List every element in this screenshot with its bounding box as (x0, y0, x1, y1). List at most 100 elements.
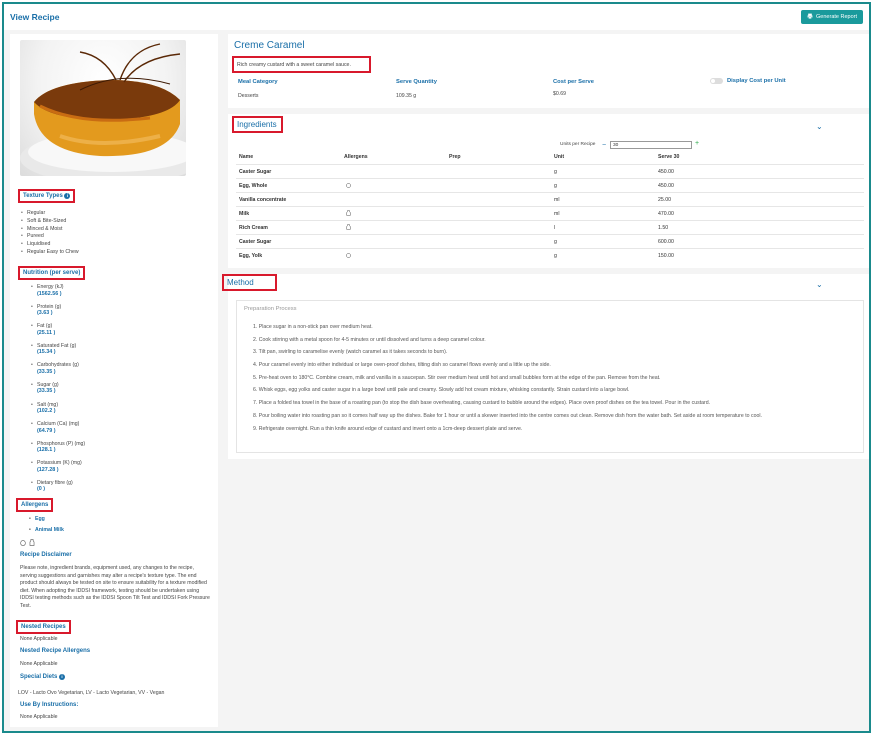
table-row: Caster Sugar g 450.00 (236, 164, 864, 178)
info-icon[interactable]: i (59, 674, 66, 680)
allergen-item: Egg (28, 516, 64, 524)
col-serve: Serve 30 (658, 154, 680, 160)
method-step: 4. Pour caramel evenly into either indiv… (253, 362, 551, 369)
method-steps: 1. Place sugar in a non-stick pan over m… (253, 324, 858, 438)
cell-unit: g (554, 169, 557, 175)
cell-serve: 1.50 (658, 225, 669, 231)
toggle-switch[interactable] (710, 78, 723, 84)
method-step: 2. Cook stirring with a metal spoon for … (253, 336, 486, 343)
method-step: 6. Whisk eggs, egg yolks and caster suga… (253, 387, 630, 394)
units-per-recipe-label: Units per Recipe (560, 142, 596, 147)
nested-recipes-heading: Nested Recipes (16, 620, 71, 634)
units-per-recipe-input[interactable]: 30 (610, 141, 692, 149)
nutrition-item: Sugar (g)(33.35 ) (30, 382, 85, 395)
nutrition-item: Dietary fibre (g)(0 ) (30, 480, 85, 493)
table-row: Egg, Yolk g 150.00 (236, 248, 864, 262)
milk-icon (29, 539, 35, 548)
nutrition-item: Potassium (K) (mg)(127.28 ) (30, 460, 85, 473)
table-row: Caster Sugar g 600.00 (236, 234, 864, 248)
nutrition-value: (128.1 ) (37, 447, 56, 454)
col-name: Name (239, 154, 254, 160)
nutrition-item: Carbohydrates (g)(33.35 ) (30, 362, 85, 375)
preparation-box: Preparation Process 1. Place sugar in a … (236, 300, 864, 453)
nutrition-value: (127.28 ) (37, 466, 59, 473)
egg-icon (346, 182, 351, 190)
special-diets-value: LOV - Lacto Ovo Vegetarian, LV - Lacto V… (18, 690, 165, 696)
nutrition-item: Phosphorus (P) (mg)(128.1 ) (30, 441, 85, 454)
cell-name: Egg, Yolk (239, 253, 263, 259)
cell-name: Egg, Whole (239, 183, 268, 189)
nutrition-value: (1562.56 ) (37, 290, 62, 297)
page-title: View Recipe (10, 12, 60, 22)
decrement-button[interactable]: − (602, 142, 606, 149)
cell-unit: g (554, 253, 557, 259)
cost-per-serve-label: Cost per Serve (553, 79, 594, 85)
allergen-icons (20, 539, 35, 548)
texture-types-title: Texture Types (23, 193, 63, 199)
cell-name: Rich Cream (239, 225, 268, 231)
nutrition-item: Calcium (Ca) (mg)(64.79 ) (30, 421, 85, 434)
nutrition-label: Protein (g) (37, 303, 62, 310)
ingredients-heading: Ingredients (232, 116, 283, 133)
table-row: Egg, Whole g 450.00 (236, 178, 864, 192)
nutrition-label: Carbohydrates (g) (37, 362, 79, 369)
egg-icon (346, 252, 351, 260)
cell-serve: 25.00 (658, 197, 671, 203)
recipe-image (20, 40, 186, 176)
nutrition-value: (15.34 ) (37, 349, 56, 356)
display-cost-toggle[interactable]: Display Cost per Unit (710, 78, 786, 84)
cell-name: Caster Sugar (239, 169, 272, 175)
texture-types-heading: Texture Types i (18, 189, 76, 203)
top-bar: View Recipe Generate Report (4, 4, 869, 30)
nutrition-label: Sugar (g) (37, 381, 59, 388)
generate-report-button[interactable]: Generate Report (801, 10, 863, 24)
nutrition-heading: Nutrition (per serve) (18, 266, 86, 280)
table-row: Rich Cream l 1.50 (236, 220, 864, 234)
cost-per-serve-value: $0.69 (553, 91, 566, 97)
use-by-heading: Use By Instructions: (20, 702, 79, 708)
list-item: Regular Easy to Chew (20, 249, 79, 257)
app-frame: View Recipe Generate Report Texture Type… (2, 2, 871, 733)
meal-category-label: Meal Category (238, 79, 278, 85)
method-step: 7. Place a folded tea towel in the base … (253, 400, 711, 407)
nutrition-value: (64.79 ) (37, 427, 56, 434)
nutrition-item: Energy (kJ)(1562.56 ) (30, 284, 85, 297)
table-row: Vanilla concentrate ml 25.00 (236, 192, 864, 206)
display-cost-label: Display Cost per Unit (727, 78, 786, 84)
nutrition-item: Fat (g)(25.11 ) (30, 323, 85, 336)
nutrition-item: Saturated Fat (g)(15.34 ) (30, 343, 85, 356)
special-diets-title: Special Diets (20, 674, 58, 680)
nutrition-value: (25.11 ) (37, 329, 56, 336)
nutrition-label: Phosphorus (P) (mg) (37, 440, 86, 447)
meal-category-value: Desserts (238, 93, 259, 99)
recipe-summary-card: Creme Caramel Rich creamy custard with a… (228, 34, 869, 108)
cell-name: Vanilla concentrate (239, 197, 287, 203)
main-content: Creme Caramel Rich creamy custard with a… (222, 34, 869, 727)
table-row: Milk ml 470.00 (236, 206, 864, 220)
cell-serve: 150.00 (658, 253, 674, 259)
nutrition-value: (33.35 ) (37, 368, 56, 375)
nutrition-label: Fat (g) (37, 323, 53, 330)
nutrition-item: Salt (mg)(102.2 ) (30, 402, 85, 415)
use-by-value: None Applicable (20, 714, 58, 720)
info-icon[interactable]: i (64, 193, 71, 199)
chevron-down-icon[interactable]: ⌄ (816, 122, 823, 131)
col-prep: Prep (449, 154, 461, 160)
serve-quantity-label: Serve Quantity (396, 79, 437, 85)
method-card: Method ⌄ Preparation Process 1. Place su… (222, 274, 869, 459)
generate-report-label: Generate Report (816, 14, 857, 20)
method-step: 3. Tilt pan, swirling to caramelise even… (253, 349, 448, 356)
printer-icon (807, 13, 813, 21)
nutrition-value: (0 ) (37, 486, 46, 493)
method-step: 5. Pre-heat oven to 180°C. Combine cream… (253, 374, 661, 381)
list-item: Soft & Bite-Sized (20, 218, 79, 226)
ingredients-card: Ingredients ⌄ Units per Recipe − 30 + Na… (228, 114, 869, 268)
cell-unit: ml (554, 211, 560, 217)
nested-allergens-value: None Applicable (20, 661, 58, 667)
chevron-down-icon[interactable]: ⌄ (816, 280, 823, 289)
table-header: Name Allergens Prep Unit Serve 30 (236, 150, 864, 164)
cell-serve: 450.00 (658, 183, 674, 189)
increment-button[interactable]: + (695, 140, 699, 147)
nutrition-item: Protein (g)(3.63 ) (30, 304, 85, 317)
recipe-name: Creme Caramel (234, 40, 305, 51)
